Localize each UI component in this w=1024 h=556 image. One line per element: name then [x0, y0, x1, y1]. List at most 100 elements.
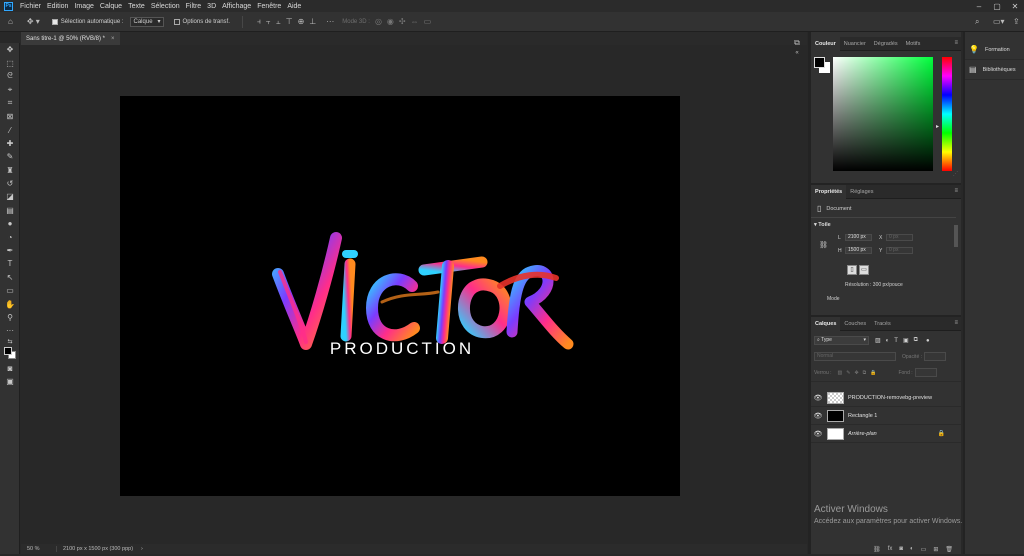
marquee-tool-icon[interactable]: ⬚: [0, 56, 20, 69]
slide-3d-icon[interactable]: ⇔: [411, 17, 419, 26]
height-field[interactable]: 1500 px: [845, 247, 872, 254]
color-fg-bg[interactable]: [814, 57, 832, 75]
tab-proprietes[interactable]: Propriétés: [811, 184, 847, 199]
healing-brush-tool-icon[interactable]: ✚: [0, 137, 20, 150]
workspace-icon[interactable]: ▭▾: [993, 17, 1005, 26]
dodge-tool-icon[interactable]: ◔: [0, 230, 20, 243]
new-layer-icon[interactable]: ⊞: [933, 546, 938, 553]
lock-artboard-icon[interactable]: ⧉: [863, 370, 867, 376]
auto-select-checkbox[interactable]: [51, 18, 58, 25]
eraser-tool-icon[interactable]: ◪: [0, 190, 20, 203]
landscape-orientation-icon[interactable]: ▭: [859, 265, 869, 275]
layer-name[interactable]: PRODUCTION-removebg-preview: [848, 395, 932, 401]
photoshop-logo-icon[interactable]: Ps: [4, 1, 13, 11]
canvas-area[interactable]: PRODUCTION: [21, 45, 807, 544]
lasso-tool-icon[interactable]: ᘓ: [0, 70, 20, 83]
tab-couleur[interactable]: Couleur: [811, 36, 840, 51]
blur-tool-icon[interactable]: ●: [0, 217, 20, 230]
filter-toggle-icon[interactable]: ●: [926, 338, 930, 344]
clone-stamp-tool-icon[interactable]: ♜: [0, 164, 20, 177]
opacity-field[interactable]: [924, 352, 947, 361]
width-field[interactable]: 2100 px: [845, 234, 872, 241]
status-arrow-icon[interactable]: ›: [141, 546, 143, 552]
zoom-tool-icon[interactable]: ⚲: [0, 311, 20, 324]
tab-calques[interactable]: Calques: [811, 316, 841, 331]
filter-adjust-icon[interactable]: ◐: [886, 338, 890, 344]
trash-icon[interactable]: 🗑: [945, 546, 953, 553]
menu-texte[interactable]: Texte: [125, 3, 148, 10]
align-bottom-icon[interactable]: ⊥: [309, 17, 316, 26]
screen-mode-icon[interactable]: ▣: [0, 375, 20, 388]
scale-3d-icon[interactable]: ▭: [424, 17, 432, 26]
tab-traces[interactable]: Tracés: [870, 317, 895, 331]
canvas-section-header[interactable]: ▾ Toile: [814, 222, 831, 228]
move-tool-icon[interactable]: ✥: [0, 43, 20, 56]
more-tools-icon[interactable]: ···: [0, 324, 20, 337]
transform-checkbox[interactable]: [173, 18, 180, 25]
more-options-icon[interactable]: ···: [326, 17, 334, 26]
menu-calque[interactable]: Calque: [97, 3, 125, 10]
color-picker-field[interactable]: [833, 57, 933, 171]
hand-tool-icon[interactable]: ✋: [0, 297, 20, 310]
zoom-level[interactable]: 50 %: [21, 546, 57, 552]
filter-type-icon[interactable]: T: [894, 338, 898, 344]
minimize-icon[interactable]: –: [970, 0, 988, 12]
frame-tool-icon[interactable]: ⊠: [0, 110, 20, 123]
layer-name[interactable]: Rectangle 1: [848, 413, 877, 419]
blend-mode-dropdown[interactable]: Normal: [814, 352, 896, 361]
menu-fenetre[interactable]: Fenêtre: [254, 3, 284, 10]
tab-motifs[interactable]: Motifs: [902, 37, 925, 51]
visibility-eye-icon[interactable]: 👁: [811, 412, 825, 420]
fill-field[interactable]: [914, 368, 937, 377]
document-tab[interactable]: Sans titre-1 @ 50% (RVB/8) * ×: [21, 32, 120, 45]
hue-pointer-icon[interactable]: ▸: [936, 123, 939, 130]
menu-fichier[interactable]: Fichier: [17, 3, 44, 10]
document-canvas[interactable]: PRODUCTION: [120, 96, 680, 496]
lock-brush-icon[interactable]: ✎: [846, 370, 850, 376]
panel-menu-icon[interactable]: ≡: [954, 188, 958, 194]
swap-colors-icon[interactable]: ⇆: [0, 338, 20, 346]
resize-grip-icon[interactable]: ⋰: [953, 171, 958, 177]
home-icon[interactable]: ⌂: [8, 17, 13, 26]
pan-3d-icon[interactable]: ✣: [399, 17, 406, 26]
roll-3d-icon[interactable]: ◉: [387, 17, 394, 26]
libraries-button[interactable]: ▤ Bibliothèques: [965, 60, 1024, 80]
pen-tool-icon[interactable]: ✒: [0, 244, 20, 257]
align-right-icon[interactable]: ⫠: [276, 17, 281, 27]
tab-nuancier[interactable]: Nuancier: [840, 37, 870, 51]
crop-tool-icon[interactable]: ⌗: [0, 97, 20, 110]
layer-lock-icon[interactable]: 🔒: [938, 430, 945, 437]
auto-select-option[interactable]: Sélection automatique :: [51, 18, 124, 25]
brush-tool-icon[interactable]: ✎: [0, 150, 20, 163]
transform-option[interactable]: Options de transf.: [173, 18, 230, 25]
color-swatches[interactable]: [0, 346, 20, 362]
close-icon[interactable]: ✕: [1006, 0, 1024, 12]
menu-3d[interactable]: 3D: [204, 3, 219, 10]
eyedropper-tool-icon[interactable]: ⁄: [0, 123, 20, 136]
menu-filtre[interactable]: Filtre: [183, 3, 205, 10]
collapse-arrows-icon[interactable]: «: [795, 50, 798, 56]
align-center-icon[interactable]: ⫟: [266, 17, 271, 27]
layer-row-rectangle[interactable]: 👁 Rectangle 1: [811, 407, 961, 425]
link-chain-icon[interactable]: ⛓: [819, 241, 828, 249]
filter-smart-icon[interactable]: ⧉: [914, 337, 918, 344]
formation-button[interactable]: 💡 Formation: [965, 40, 1024, 60]
layer-filter-dropdown[interactable]: ⌕ Type ▾: [814, 336, 869, 345]
y-field[interactable]: 0 px: [886, 247, 913, 254]
portrait-orientation-icon[interactable]: ▯: [847, 265, 857, 275]
layer-row-background[interactable]: 👁 Arrière-plan 🔒: [811, 425, 961, 443]
history-brush-tool-icon[interactable]: ↺: [0, 177, 20, 190]
add-mask-icon[interactable]: ◙: [899, 546, 903, 552]
new-group-icon[interactable]: ▭: [921, 546, 927, 553]
fx-icon[interactable]: fx: [888, 546, 893, 552]
tab-degrades[interactable]: Dégradés: [870, 37, 902, 51]
align-middle-icon[interactable]: ⊕: [298, 17, 305, 26]
gradient-tool-icon[interactable]: ▤: [0, 204, 20, 217]
quick-select-tool-icon[interactable]: ⌖: [0, 83, 20, 96]
panel-menu-icon[interactable]: ≡: [954, 320, 958, 326]
tab-reglages[interactable]: Réglages: [846, 185, 877, 199]
auto-select-dropdown[interactable]: Calque: [129, 16, 164, 27]
layer-row-production[interactable]: 👁 PRODUCTION-removebg-preview: [811, 389, 961, 407]
menu-image[interactable]: Image: [71, 3, 96, 10]
link-layers-icon[interactable]: ⛓: [873, 546, 881, 553]
